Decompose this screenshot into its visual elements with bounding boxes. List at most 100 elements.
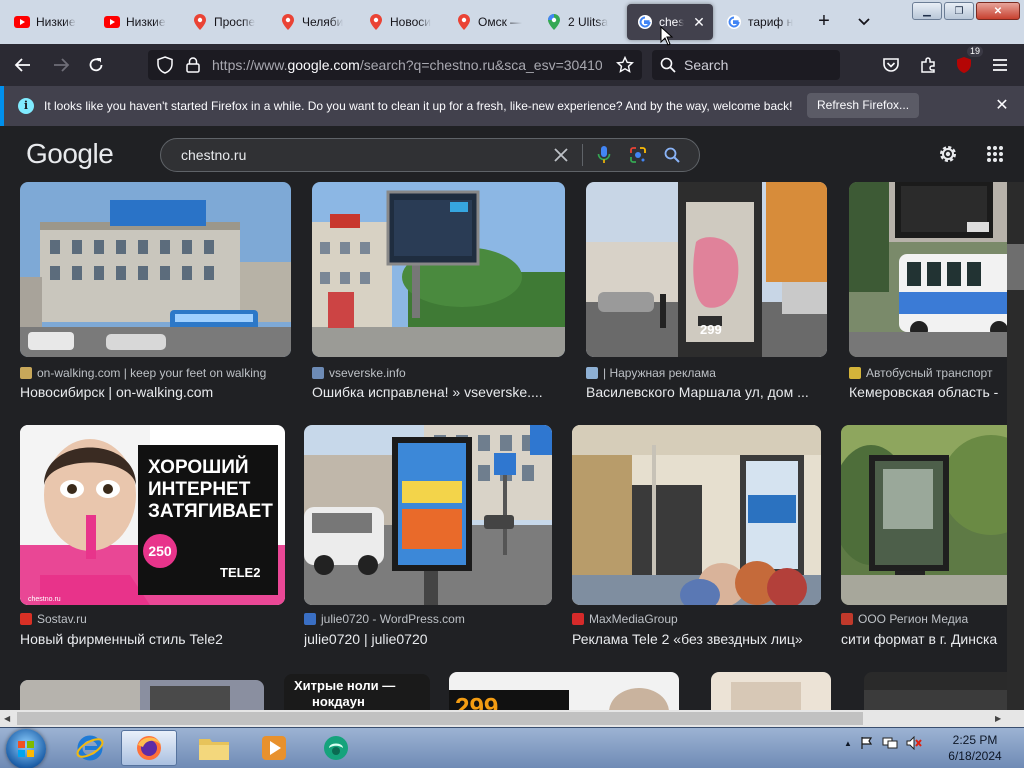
result-thumbnail[interactable] [711, 672, 831, 710]
bookmark-star-icon[interactable] [614, 54, 636, 76]
result-thumbnail[interactable] [841, 425, 1007, 605]
start-button[interactable] [6, 729, 46, 768]
app-menu-button[interactable] [987, 52, 1013, 78]
result-thumbnail[interactable]: Хитрые ноли — нокдаун [284, 674, 430, 710]
horizontal-scrollbar-thumb[interactable] [17, 712, 863, 725]
new-tab-button[interactable]: + [812, 10, 836, 34]
pocket-button[interactable] [878, 52, 904, 78]
network-icon[interactable] [882, 736, 898, 750]
result-source[interactable]: on-walking.com | keep your feet on walki… [20, 366, 291, 380]
result-source[interactable]: MaxMediaGroup [572, 612, 821, 626]
app-taskbar-button[interactable] [308, 730, 364, 766]
tab-maps-1[interactable]: Проспе [182, 4, 270, 40]
search-icon[interactable] [655, 138, 689, 172]
internet-explorer-taskbar-button[interactable] [62, 730, 118, 766]
search-query[interactable]: chestno.ru [181, 147, 544, 163]
google-search-box[interactable]: chestno.ru [160, 138, 700, 172]
result-thumbnail[interactable]: 299 [586, 182, 827, 357]
result-thumbnail[interactable] [20, 182, 291, 357]
result-thumbnail[interactable] [864, 672, 1007, 710]
list-all-tabs-button[interactable] [852, 10, 876, 34]
firefox-taskbar-button[interactable] [121, 730, 177, 766]
url-bar[interactable]: https://www.google.com/search?q=chestno.… [148, 50, 642, 80]
tab-google-search-2[interactable]: тариф н [716, 4, 804, 40]
back-button[interactable] [10, 52, 36, 78]
result-thumbnail[interactable] [304, 425, 552, 605]
scroll-right-icon[interactable]: ▶ [995, 714, 1001, 723]
image-result-card[interactable]: on-walking.com | keep your feet on walki… [20, 182, 292, 402]
result-thumbnail[interactable]: ХОРОШИЙ ИНТЕРНЕТ ЗАТЯГИВАЕТ 250 TELE2 ch… [20, 425, 285, 605]
image-result-card[interactable] [20, 680, 264, 710]
tab-youtube-2[interactable]: Низкие [94, 4, 182, 40]
clear-search-icon[interactable] [544, 138, 578, 172]
result-thumbnail[interactable] [849, 182, 1007, 357]
result-thumbnail[interactable]: 299 [449, 672, 679, 710]
image-result-card[interactable]: ХОРОШИЙ ИНТЕРНЕТ ЗАТЯГИВАЕТ 250 TELE2 ch… [20, 425, 286, 651]
ublock-extension-button[interactable]: 19 [951, 46, 983, 78]
show-hidden-icons-icon[interactable]: ▲ [844, 739, 852, 748]
result-title[interactable]: сити формат в г. Динска [841, 631, 1007, 647]
result-title[interactable]: Ошибка исправлена! » vseverske.... [312, 384, 565, 400]
tele2-headline-3: ЗАТЯГИВАЕТ [148, 501, 273, 522]
vertical-scrollbar-thumb[interactable] [1007, 244, 1024, 290]
image-result-card[interactable]: MaxMediaGroup Реклама Tele 2 «без звездн… [572, 425, 822, 651]
google-icon [637, 14, 653, 30]
image-result-card[interactable]: Автобусный транспорт Кемеровская область… [849, 182, 1007, 402]
forward-button[interactable] [48, 52, 74, 78]
file-explorer-taskbar-button[interactable] [186, 730, 242, 766]
result-title[interactable]: Василевского Маршала ул, дом ... [586, 384, 827, 400]
result-title[interactable]: Новосибирск | on-walking.com [20, 384, 291, 400]
reload-button[interactable] [83, 52, 109, 78]
minimize-button[interactable]: ▁ [912, 2, 942, 20]
image-result-card[interactable] [711, 672, 831, 710]
tab-google-maps[interactable]: 2 Ulitsa [536, 4, 624, 40]
taskbar-clock[interactable]: 2:25 PM 6/18/2024 [940, 732, 1010, 764]
result-thumbnail[interactable] [312, 182, 565, 357]
result-source[interactable]: Автобусный транспорт [849, 366, 1007, 380]
maximize-button[interactable]: ❐ [944, 2, 974, 20]
refresh-firefox-button[interactable]: Refresh Firefox... [807, 93, 920, 118]
lock-icon[interactable] [182, 54, 204, 76]
volume-muted-icon[interactable] [906, 736, 922, 750]
result-thumbnail[interactable] [572, 425, 821, 605]
result-title[interactable]: Новый фирменный стиль Tele2 [20, 631, 285, 647]
extension-badge: 19 [966, 46, 983, 57]
image-result-card[interactable]: 299 | Наружная реклама Василевского Марш… [586, 182, 828, 402]
result-source[interactable]: julie0720 - WordPress.com [304, 612, 552, 626]
tab-maps-4[interactable]: Омск — [446, 4, 534, 40]
windows-taskbar: ▲ 2:25 PM 6/18/2024 [0, 727, 1024, 768]
scroll-left-icon[interactable]: ◀ [4, 714, 10, 723]
close-notification-icon[interactable]: ✕ [992, 96, 1012, 116]
close-window-button[interactable]: ✕ [976, 2, 1020, 20]
tab-youtube-1[interactable]: Низкие [4, 4, 94, 40]
result-source[interactable]: Sostav.ru [20, 612, 285, 626]
web-search-bar[interactable]: Search [652, 50, 840, 80]
extensions-button[interactable] [915, 52, 941, 78]
result-source[interactable]: | Наружная реклама [586, 366, 827, 380]
result-title[interactable]: Кемеровская область - [849, 384, 1007, 400]
settings-button[interactable] [934, 140, 962, 168]
result-title[interactable]: Реклама Tele 2 «без звездных лиц» [572, 631, 821, 647]
action-center-flag-icon[interactable] [860, 736, 874, 750]
folder-icon [199, 739, 229, 760]
tab-maps-2[interactable]: Челяби [270, 4, 358, 40]
image-result-card[interactable]: ООО Регион Медиа сити формат в г. Динска [841, 425, 1007, 651]
url-text[interactable]: https://www.google.com/search?q=chestno.… [212, 57, 602, 73]
result-thumbnail[interactable] [20, 680, 264, 710]
tab-maps-3[interactable]: Новоси [358, 4, 446, 40]
image-result-card[interactable]: Хитрые ноли — нокдаун [284, 674, 430, 710]
result-source[interactable]: vseverske.info [312, 366, 565, 380]
google-apps-button[interactable] [981, 140, 1009, 168]
image-result-card[interactable] [864, 672, 1007, 710]
image-result-card[interactable]: 299 [449, 672, 679, 710]
shield-icon[interactable] [154, 54, 176, 76]
close-tab-icon[interactable]: ✕ [691, 14, 707, 31]
google-logo[interactable]: Google [26, 138, 114, 170]
microphone-icon[interactable] [587, 138, 621, 172]
result-source[interactable]: ООО Регион Медиа [841, 612, 1007, 626]
image-result-card[interactable]: julie0720 - WordPress.com julie0720 | ju… [304, 425, 553, 651]
media-player-taskbar-button[interactable] [246, 730, 302, 766]
result-title[interactable]: julie0720 | julie0720 [304, 631, 552, 647]
google-lens-icon[interactable] [621, 138, 655, 172]
image-result-card[interactable]: vseverske.info Ошибка исправлена! » vsev… [312, 182, 566, 402]
